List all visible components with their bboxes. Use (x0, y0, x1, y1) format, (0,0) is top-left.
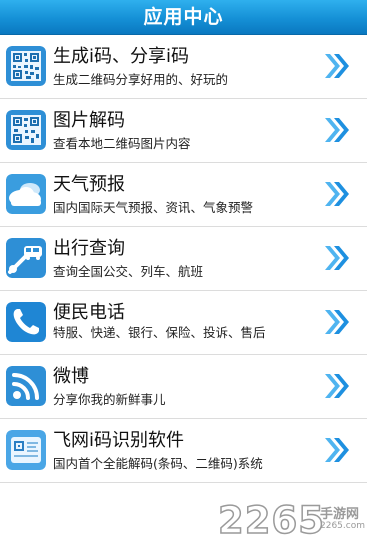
item-title: 便民电话 (53, 302, 125, 323)
watermark-text: 手游网 (320, 507, 360, 522)
chevron-right-icon[interactable] (322, 307, 352, 337)
list-item-travel[interactable]: 出行查询 查询全国公交、列车、航班 (0, 227, 367, 291)
item-title: 出行查询 (53, 238, 125, 259)
weather-cloud-icon (6, 174, 46, 214)
chevron-right-icon[interactable] (322, 435, 352, 465)
item-description: 查询全国公交、列车、航班 (53, 264, 204, 279)
page-title: 应用中心 (143, 6, 224, 28)
item-description: 特服、快递、银行、保险、投诉、售后 (53, 325, 266, 340)
list-item-weather[interactable]: 天气预报 国内国际天气预报、资讯、气象预警 (0, 163, 367, 227)
list-item-image-decode[interactable]: 图片解码 查看本地二维码图片内容 (0, 99, 367, 163)
header-bar: 应用中心 (0, 0, 367, 35)
scanner-card-icon (6, 430, 46, 470)
item-description: 生成二维码分享好用的、好玩的 (53, 72, 229, 87)
list-item-generate-qr[interactable]: 生成i码、分享i码 生成二维码分享好用的、好玩的 (0, 35, 367, 99)
item-description: 分享你我的新鲜事儿 (53, 392, 166, 407)
item-title: 图片解码 (53, 110, 125, 131)
item-title: 生成i码、分享i码 (53, 46, 190, 67)
watermark-logo: 2265 手游网 2265.com (217, 497, 367, 547)
qr-code-icon (6, 46, 46, 86)
list-item-phone[interactable]: 便民电话 特服、快递、银行、保险、投诉、售后 (0, 291, 367, 355)
list-item-weibo[interactable]: 微博 分享你我的新鲜事儿 (0, 355, 367, 419)
chevron-right-icon[interactable] (322, 51, 352, 81)
item-description: 国内首个全能解码(条码、二维码)系统 (53, 456, 263, 471)
item-title: 天气预报 (53, 174, 125, 195)
watermark-number: 2265 (217, 498, 325, 543)
chevron-right-icon[interactable] (322, 243, 352, 273)
item-title: 微博 (53, 366, 89, 387)
rss-icon (6, 366, 46, 406)
list-item-scanner-software[interactable]: 飞网i码识别软件 国内首个全能解码(条码、二维码)系统 (0, 419, 367, 483)
item-title: 飞网i码识别软件 (53, 430, 185, 451)
chevron-right-icon[interactable] (322, 115, 352, 145)
phone-icon (6, 302, 46, 342)
watermark-url: 2265.com (320, 521, 365, 531)
travel-pin-icon (6, 238, 46, 278)
qr-image-icon (6, 110, 46, 150)
chevron-right-icon[interactable] (322, 179, 352, 209)
chevron-right-icon[interactable] (322, 371, 352, 401)
app-list: 生成i码、分享i码 生成二维码分享好用的、好玩的 图片解码 查看本地二维码图片内… (0, 35, 367, 483)
item-description: 查看本地二维码图片内容 (53, 136, 191, 151)
item-description: 国内国际天气预报、资讯、气象预警 (53, 200, 254, 215)
